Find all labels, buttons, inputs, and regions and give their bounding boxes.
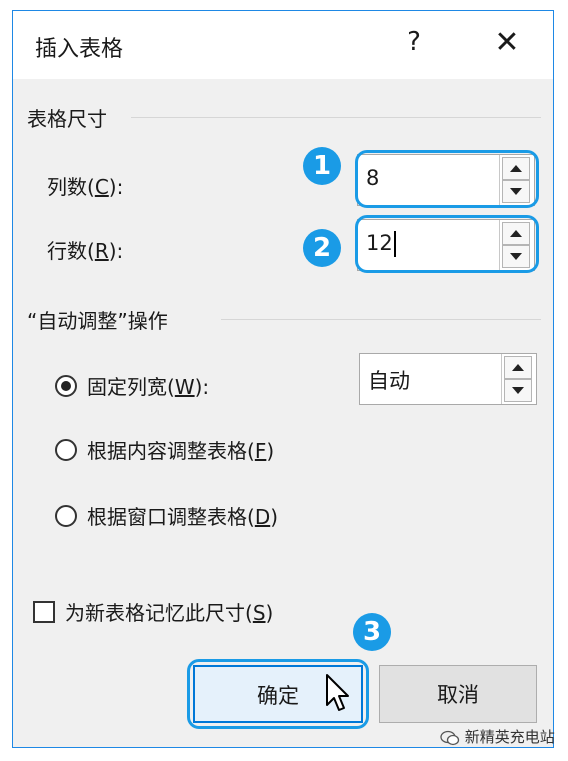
arrow-up-icon [512,364,524,371]
rows-highlight [355,215,539,273]
section-divider [221,319,541,320]
columns-label: 列数(C): [47,175,124,199]
section-divider [131,117,541,118]
fixed-width-spinner[interactable]: 自动 [359,353,537,405]
fixed-width-spinner-buttons [501,354,536,404]
radio-selected-dot [61,381,71,391]
fixed-width-radio[interactable] [55,375,77,397]
columns-highlight [355,150,539,208]
wechat-icon [440,730,460,745]
mouse-cursor-icon [326,674,349,711]
table-size-section-title: 表格尺寸 [27,107,107,131]
autofit-contents-label[interactable]: 根据内容调整表格(F) [87,435,274,464]
rows-label: 行数(R): [47,239,124,263]
help-button[interactable]: ? [399,27,429,57]
watermark: 新精英充电站 [440,726,555,747]
dialog-title: 插入表格 [35,37,124,62]
step-1-badge: 1 [303,147,341,185]
fixed-width-decrement-button[interactable] [504,379,532,402]
close-button[interactable]: ✕ [487,25,527,60]
title-bar: 插入表格 ? ✕ [13,11,553,79]
arrow-down-icon [512,387,524,394]
step-2-badge: 2 [303,229,341,267]
remember-size-checkbox[interactable] [33,601,55,623]
autofit-window-radio[interactable] [55,505,77,527]
fixed-width-value[interactable]: 自动 [368,365,410,395]
fixed-width-increment-button[interactable] [504,356,532,379]
autofit-section-title: “自动调整”操作 [27,309,168,333]
cancel-button[interactable]: 取消 [379,665,537,723]
step-3-badge: 3 [353,613,391,651]
autofit-window-label[interactable]: 根据窗口调整表格(D) [87,501,278,530]
fixed-width-label[interactable]: 固定列宽(W): [87,371,209,400]
autofit-contents-radio[interactable] [55,439,77,461]
remember-size-label[interactable]: 为新表格记忆此尺寸(S) [65,597,273,626]
insert-table-dialog: 插入表格 ? ✕ 表格尺寸 列数(C): 8 行数(R): 12 1 2 “自动… [12,10,554,748]
watermark-text: 新精英充电站 [464,728,555,746]
